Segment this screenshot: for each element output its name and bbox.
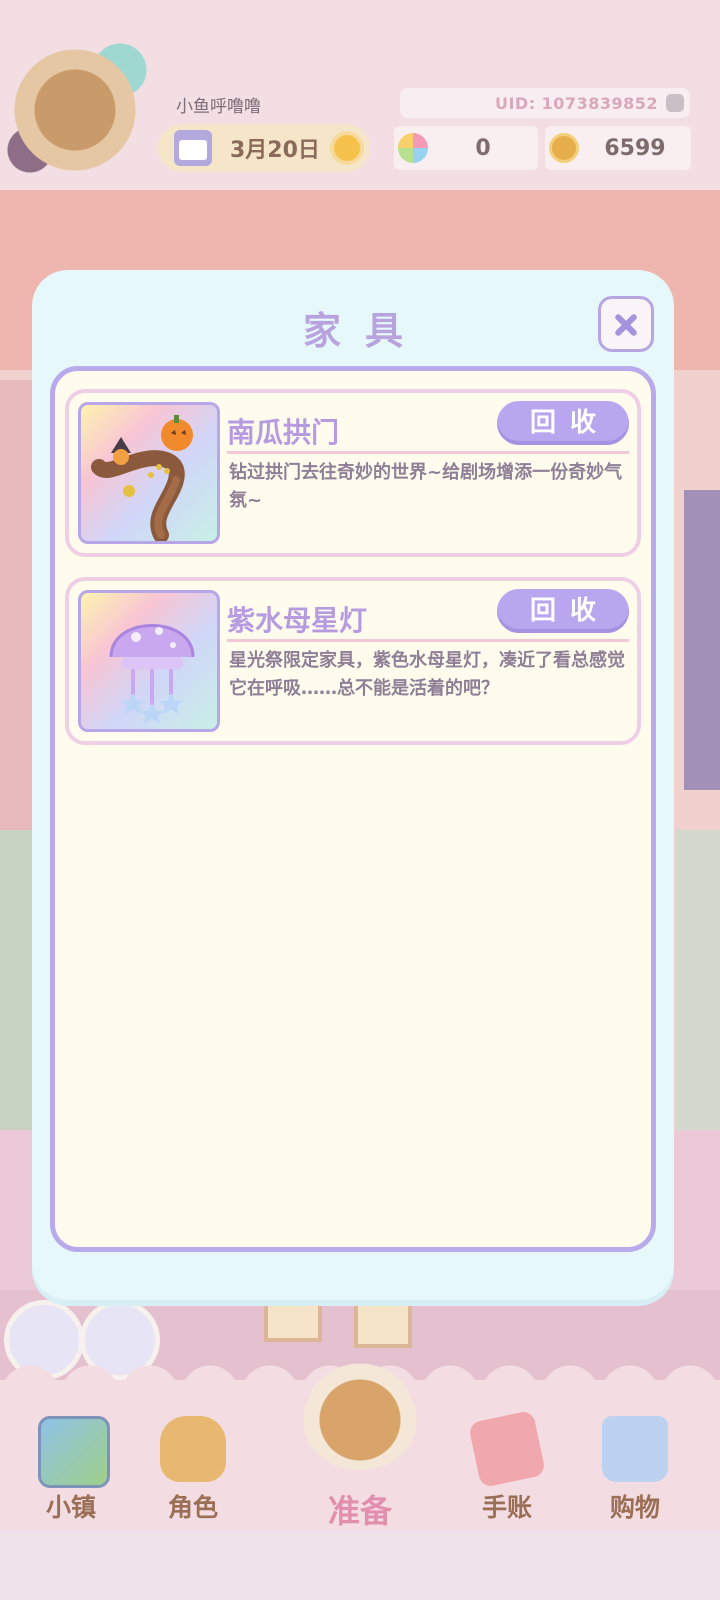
coin-count: 6599: [604, 135, 666, 161]
nav-shop-label: 购物: [609, 1493, 660, 1522]
pumpkin-arch-icon: [78, 402, 220, 544]
nav-town-label: 小镇: [45, 1493, 96, 1522]
dialog-title: 家具: [302, 309, 427, 353]
close-button[interactable]: [598, 296, 654, 352]
jellyfish-lamp-icon: [78, 590, 220, 732]
nav-role[interactable]: 角色: [148, 1416, 238, 1526]
shopping-bag-icon: [602, 1416, 668, 1482]
username: 小鱼呼噜噜: [176, 97, 261, 117]
recycle-button[interactable]: 回收: [497, 589, 629, 633]
flower-icon: [398, 133, 428, 163]
item-name: 紫水母星灯: [227, 604, 368, 637]
map-icon: [38, 1416, 110, 1488]
copy-icon[interactable]: [666, 94, 684, 112]
date-text: 3月20日: [230, 138, 320, 163]
uid-text: UID: 1073839852: [494, 93, 658, 113]
furniture-list[interactable]: 南瓜拱门 回收 钻过拱门去往奇妙的世界~给剧场增添一份奇妙气氛~ 紫水母星灯 回…: [50, 366, 656, 1252]
nav-town[interactable]: 小镇: [26, 1416, 116, 1526]
character-icon: [160, 1416, 226, 1482]
nav-role-label: 角色: [167, 1493, 218, 1522]
nav-shop[interactable]: 购物: [590, 1416, 680, 1526]
sun-icon: [333, 135, 360, 161]
coin-currency[interactable]: 6599: [545, 126, 691, 170]
furniture-dialog: 家具 南瓜拱门 回收 钻过拱门去往奇妙的世界~给剧场增添一份奇妙气氛~ 紫水母星…: [32, 270, 674, 1300]
item-name: 南瓜拱门: [227, 416, 340, 449]
date-pill[interactable]: 3月20日: [158, 124, 370, 172]
item-description: 钻过拱门去往奇妙的世界~给剧场增添一份奇妙气氛~: [229, 462, 623, 511]
nav-prepare-label: 准备: [327, 1492, 392, 1530]
notebook-icon: [467, 1409, 547, 1489]
flower-count: 0: [475, 135, 491, 161]
basket-icon: [300, 1360, 420, 1470]
calendar-icon: [174, 130, 212, 166]
coin-icon: [549, 133, 579, 163]
flower-currency[interactable]: 0: [394, 126, 538, 170]
item-description: 星光祭限定家具，紫色水母星灯，凑近了看总感觉它在呼吸……总不能是活着的吧？: [229, 650, 625, 699]
top-status-bar: 小鱼呼噜噜 UID: 1073839852 3月20日 0 6599: [0, 0, 720, 192]
list-item: 南瓜拱门 回收 钻过拱门去往奇妙的世界~给剧场增添一份奇妙气氛~: [65, 389, 641, 557]
nav-journal-label: 手账: [481, 1493, 532, 1522]
uid-box[interactable]: UID: 1073839852: [400, 88, 690, 118]
recycle-button[interactable]: 回收: [497, 401, 629, 445]
avatar[interactable]: [0, 30, 160, 180]
nav-prepare[interactable]: 准备: [300, 1360, 420, 1530]
list-item: 紫水母星灯 回收 星光祭限定家具，紫色水母星灯，凑近了看总感觉它在呼吸……总不能…: [65, 577, 641, 745]
nav-journal[interactable]: 手账: [462, 1409, 552, 1526]
